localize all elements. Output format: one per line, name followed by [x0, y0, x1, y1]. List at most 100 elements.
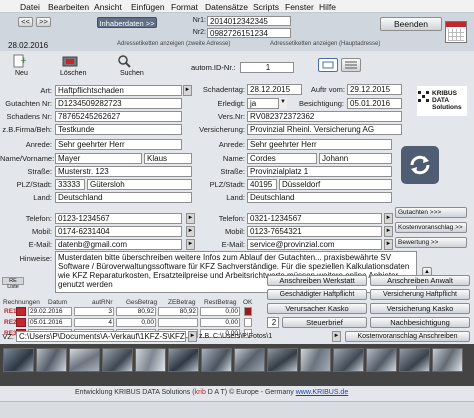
schadens-field[interactable]: 78765245262627 — [55, 111, 182, 122]
anschreiben-anwalt-button[interactable]: Anschreiben Anwalt — [370, 275, 470, 286]
menu-einfuegen[interactable]: Einfügen — [131, 2, 165, 12]
new-record-icon[interactable]: + — [12, 54, 28, 68]
land-left-field[interactable]: Deutschland — [55, 192, 192, 203]
telefon-left-field[interactable]: 0123-1234567 — [55, 213, 182, 224]
nachname-right-field[interactable]: Cordes — [247, 153, 317, 164]
verursacher-kasko-button[interactable]: Verursacher Kasko — [267, 303, 367, 314]
row-autrnr[interactable]: 3 — [74, 307, 114, 316]
foto-path-field[interactable]: z.B. C:\Users\P\Fotos\1 — [199, 331, 279, 342]
beenden-button[interactable]: Beenden — [380, 17, 442, 31]
versicherung-kasko-button[interactable]: Versicherung Kasko — [370, 303, 470, 314]
row-zebetrag[interactable]: 80,92 — [158, 307, 198, 316]
anschreiben-werkstatt-button[interactable]: Anschreiben Werkstatt — [267, 275, 367, 286]
versicherung-field[interactable]: Provinzial Rheinl. Versicherung AG — [247, 124, 402, 135]
menu-scripts[interactable]: Scripts — [253, 2, 279, 12]
photo-thumbnail[interactable] — [300, 348, 331, 372]
mobil-left-field[interactable]: 0174-6231404 — [55, 226, 182, 237]
menu-datei[interactable]: Datei — [20, 2, 40, 12]
hinweise-textarea[interactable]: Musterdaten bitte überschreiben weitere … — [55, 251, 417, 293]
plz-right-field[interactable]: 40195 — [247, 179, 277, 190]
vz-folder-icon[interactable]: ► — [188, 331, 197, 342]
photo-thumbnail[interactable] — [102, 348, 133, 372]
photo-thumbnail[interactable] — [267, 348, 298, 372]
print-invoice-icon[interactable] — [16, 307, 26, 316]
search-icon[interactable] — [117, 54, 131, 68]
email-right-field[interactable]: service@provinzial.com — [247, 239, 382, 250]
menu-datensaetze[interactable]: Datensätze — [205, 2, 248, 12]
telefon-left-arrow-icon[interactable]: ► — [186, 213, 195, 224]
calendar-icon[interactable] — [445, 21, 467, 43]
photo-thumbnail[interactable] — [201, 348, 232, 372]
vers-nr-field[interactable]: RV082372372362 — [247, 111, 402, 122]
anrede-left-field[interactable]: Sehr geehrter Herr — [55, 139, 182, 150]
bewertung-button[interactable]: Bewertung >> — [395, 237, 467, 248]
strasse-right-field[interactable]: Provinzialplatz 1 — [247, 166, 392, 177]
adress-haupt-link[interactable]: Adressetiketten anzeigen (Hauptadresse) — [270, 41, 380, 47]
auftrag-field[interactable]: 29.12.2015 — [347, 84, 402, 95]
telefon-right-field[interactable]: 0321-1234567 — [247, 213, 382, 224]
email-left-arrow-icon[interactable]: ► — [186, 239, 195, 250]
row-restbetrag[interactable]: 0,00 — [200, 307, 240, 316]
delete-record-label[interactable]: Löschen — [60, 70, 86, 77]
row-ok-checkbox[interactable] — [244, 318, 252, 327]
steuer-value-field[interactable]: 2 — [267, 317, 279, 328]
schadentag-field[interactable]: 28.12.2015 — [247, 84, 302, 95]
new-record-label[interactable]: Neu — [15, 70, 28, 77]
gutachten-field[interactable]: D1234509282723 — [55, 98, 182, 109]
besichtigung-field[interactable]: 05.01.2016 — [347, 98, 402, 109]
menu-ansicht[interactable]: Ansicht — [94, 2, 122, 12]
kostenvoranschlag-anschreiben-button[interactable]: Kostenvoranschlag Anschreiben — [345, 331, 470, 342]
stadt-right-field[interactable]: Düsseldorf — [279, 179, 392, 190]
row-datum[interactable]: 05.01.2016 — [28, 318, 72, 327]
mobil-left-arrow-icon[interactable]: ► — [186, 226, 195, 237]
stadt-left-field[interactable]: Gütersloh — [87, 179, 192, 190]
gutachten-button[interactable]: Gutachten >>> — [395, 207, 467, 218]
list-view-icon[interactable] — [341, 58, 361, 72]
row-datum[interactable]: 29.02.2016 — [28, 307, 72, 316]
plz-left-field[interactable]: 33333 — [55, 179, 85, 190]
nr2-field[interactable]: 0982726151234 — [207, 28, 291, 38]
erledigt-dropdown-icon[interactable]: ▼ — [278, 98, 287, 109]
re-liste-button[interactable]: RE Liste — [2, 277, 24, 290]
art-field[interactable]: Haftpflichtschaden — [55, 85, 182, 96]
next-record-button[interactable]: >> — [36, 17, 51, 27]
mobil-right-field[interactable]: 0123-7654321 — [247, 226, 382, 237]
print-invoice-icon[interactable] — [16, 318, 26, 327]
photo-thumbnail[interactable] — [3, 348, 34, 372]
land-right-field[interactable]: Deutschland — [247, 192, 392, 203]
telefon-right-arrow-icon[interactable]: ► — [384, 213, 393, 224]
photo-thumbnail[interactable] — [135, 348, 166, 372]
photo-thumbnail[interactable] — [36, 348, 67, 372]
foto-folder-icon[interactable]: ► — [332, 331, 341, 342]
row-gesbetrag[interactable]: 0,00 — [116, 318, 156, 327]
form-view-icon[interactable] — [318, 58, 338, 72]
table-row[interactable]: RE2 05.01.2016 4 0,00 0,00 — [0, 318, 262, 328]
menu-format[interactable]: Format — [171, 2, 198, 12]
art-arrow-icon[interactable]: ► — [183, 85, 192, 96]
photo-thumbnail[interactable] — [333, 348, 364, 372]
anrede-right-field[interactable]: Sehr geehrter Herr — [247, 139, 392, 150]
nr1-field[interactable]: 2014012342345 — [207, 16, 291, 26]
auto-id-field[interactable]: 1 — [240, 62, 294, 73]
kostenvoranschlag-button[interactable]: Kostenvoranschlag >> — [395, 222, 467, 233]
photo-thumbnail[interactable] — [234, 348, 265, 372]
inhaberdaten-button[interactable]: Inhaberdaten >> — [97, 17, 157, 28]
geschaedigter-haftpflicht-button[interactable]: Geschädigter Haftpflicht — [267, 289, 367, 300]
menu-bearbeiten[interactable]: Bearbeiten — [48, 2, 89, 12]
menu-hilfe[interactable]: Hilfe — [319, 2, 336, 12]
photo-thumbnail[interactable] — [432, 348, 463, 372]
strasse-left-field[interactable]: Musterstr. 123 — [55, 166, 192, 177]
email-right-arrow-icon[interactable]: ► — [384, 239, 393, 250]
vorname-left-field[interactable]: Klaus — [144, 153, 192, 164]
row-zebetrag[interactable] — [158, 318, 198, 327]
footer-link[interactable]: www.KRIBUS.de — [296, 389, 349, 396]
search-label[interactable]: Suchen — [120, 70, 144, 77]
vz-path-field[interactable]: C:\Users\P\Documents\A-Verkauf\1KFZ-S\KF… — [16, 331, 186, 342]
email-left-field[interactable]: datenb@gmail.com — [55, 239, 182, 250]
menu-fenster[interactable]: Fenster — [285, 2, 314, 12]
adress-zweite-link[interactable]: Adressetiketten anzeigen (zweite Adresse… — [117, 41, 230, 47]
photo-thumbnail[interactable] — [366, 348, 397, 372]
steuerbrief-button[interactable]: Steuerbrief — [282, 317, 367, 328]
prev-record-button[interactable]: << — [18, 17, 33, 27]
vorname-right-field[interactable]: Johann — [319, 153, 392, 164]
